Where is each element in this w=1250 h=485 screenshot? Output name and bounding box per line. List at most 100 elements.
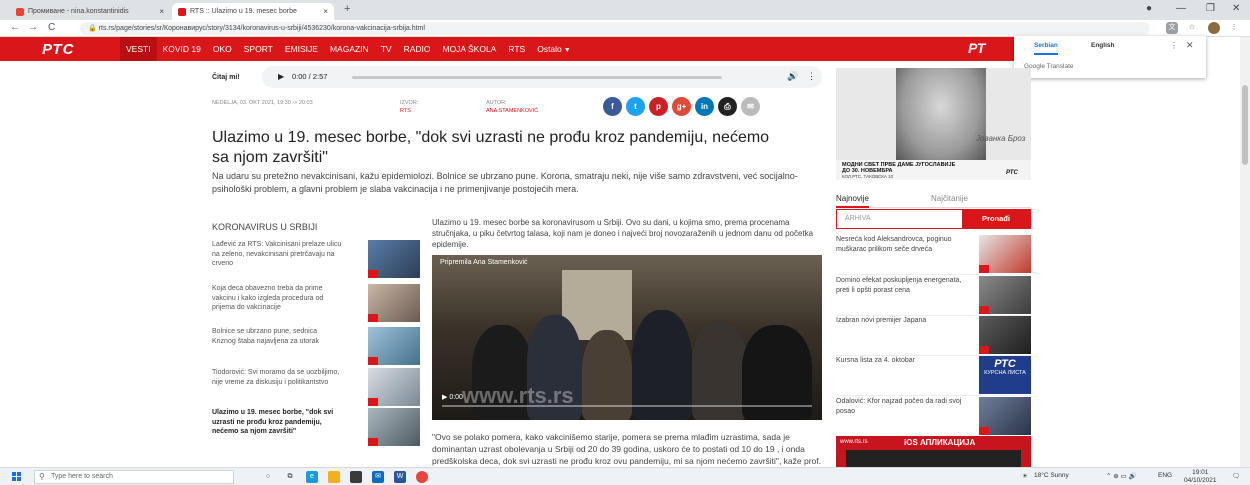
nav-tv[interactable]: TV	[375, 37, 398, 61]
article-title: Ulazimo u 19. mesec borbe, "dok svi uzra…	[212, 129, 770, 166]
new-tab-button[interactable]: +	[344, 3, 350, 15]
translate-source-language[interactable]: Serbian	[1034, 42, 1058, 55]
chrome-icon[interactable]	[416, 471, 428, 483]
related-item[interactable]: Koja deca obavezno treba da prime vakcin…	[212, 284, 420, 324]
chrome-menu-icon[interactable]: ⋮	[1228, 22, 1240, 34]
related-item-current[interactable]: Ulazimo u 19. mesec borbe, "dok svi uzra…	[212, 408, 420, 448]
related-item-text: Koja deca obavezno treba da prime vakcin…	[212, 285, 324, 311]
main-menu: VESTI KOVID 19 OKO SPORT EMISIJE MAGAZIN…	[120, 37, 577, 61]
nav-rts[interactable]: RTS	[502, 37, 531, 61]
weather-icon[interactable]: ☀	[1022, 472, 1028, 480]
taskbar-clock[interactable]: 19:01 04/10/2021	[1184, 469, 1217, 485]
nav-kovid[interactable]: KOVID 19	[157, 37, 207, 61]
related-thumbnail	[368, 284, 420, 322]
news-item[interactable]: Nesreća kod Aleksandrovca, poginuo muška…	[836, 235, 1031, 275]
nav-vesti[interactable]: VESTI	[120, 37, 157, 61]
nav-oko[interactable]: OKO	[207, 37, 238, 61]
related-item[interactable]: Bolnice se ubrzano pune, sednica Kriznog…	[212, 327, 420, 367]
facebook-icon[interactable]: f	[603, 97, 622, 116]
exhibition-promo-banner[interactable]: Јованка Броз МОДНИ СВЕТ ПРВЕ ДАМЕ ЈУГОСЛ…	[836, 68, 1031, 180]
url-field[interactable]: 🔒 rts.rs/page/stories/sr/Коронавирус/sto…	[80, 22, 1150, 35]
twitter-icon[interactable]: t	[626, 97, 645, 116]
promo-line-3: КОЛ.РТС, ТАКОВСКА 10	[842, 174, 894, 179]
window-close-icon[interactable]: ✕	[1232, 3, 1240, 14]
nav-ostalo[interactable]: Ostalo ▼	[531, 37, 577, 61]
linkedin-icon[interactable]: in	[695, 97, 714, 116]
related-item[interactable]: Tiodorović: Svi moramo da se uozbiljimo,…	[212, 368, 420, 408]
notifications-icon[interactable]: 🗨	[1232, 472, 1240, 480]
audio-progress[interactable]	[352, 76, 722, 79]
nav-sport[interactable]: SPORT	[238, 37, 279, 61]
volume-icon[interactable]: 🔊	[787, 71, 798, 82]
translate-options-icon[interactable]: ⋮	[1170, 41, 1178, 50]
store-icon[interactable]	[350, 471, 362, 483]
ios-app-banner[interactable]: www.rts.rs iOS АПЛИКАЦИЈА	[836, 436, 1031, 470]
tray-icons[interactable]: ⌃ ⊕ ▭ 🔊	[1106, 472, 1137, 480]
pinterest-icon[interactable]: p	[649, 97, 668, 116]
article-lead: Na udaru su pretežno nevakcinisani, kažu…	[212, 171, 798, 194]
news-item[interactable]: Izabran novi premijer Japana	[836, 316, 1031, 356]
reload-icon[interactable]: C	[48, 22, 55, 33]
nav-radio[interactable]: RADIO	[398, 37, 437, 61]
cortana-icon[interactable]: ○	[262, 471, 274, 483]
translate-extension-icon[interactable]: 文	[1166, 22, 1178, 34]
restore-icon[interactable]: ❐	[1206, 3, 1215, 14]
browser-tab-rts[interactable]: RTS :: Ulazimo u 19. mesec borbe ×	[172, 3, 334, 20]
forward-icon[interactable]: →	[28, 22, 38, 33]
nav-ostalo-label: Ostalo	[537, 44, 562, 54]
page-scrollbar[interactable]	[1240, 37, 1250, 467]
news-thumbnail	[979, 397, 1031, 435]
email-icon[interactable]: ✉	[741, 97, 760, 116]
edge-icon[interactable]: e	[306, 471, 318, 483]
audio-more-icon[interactable]: ⋮	[807, 71, 816, 82]
profile-avatar[interactable]	[1208, 22, 1220, 34]
word-icon[interactable]: W	[394, 471, 406, 483]
archive-input[interactable]: ARHIVA	[845, 215, 871, 222]
video-progress-bar[interactable]	[442, 405, 812, 407]
related-heading[interactable]: KORONAVIRUS U SRBIJI	[212, 222, 317, 232]
audio-player: ▶ 0:00 / 2:57 🔊 ⋮	[262, 66, 822, 88]
bookmark-star-icon[interactable]: ☆	[1186, 22, 1198, 34]
back-icon[interactable]: ←	[10, 22, 20, 33]
video-badge-icon	[979, 427, 989, 435]
news-item[interactable]: Domino efekat poskupljenja energenata, p…	[836, 276, 1031, 316]
chevron-down-icon: ▼	[563, 47, 571, 54]
news-item-text: Odalović: Kfor najzad počeo da radi svoj…	[836, 398, 962, 415]
play-icon[interactable]: ▶	[278, 72, 284, 81]
archive-search-button[interactable]: Pronađi	[962, 210, 1030, 228]
source-value[interactable]: RTS	[400, 107, 418, 115]
address-bar: ← → C 🔒 rts.rs/page/stories/sr/Коронавир…	[0, 20, 1250, 37]
promo-signature: Јованка Броз	[976, 134, 1026, 143]
print-icon[interactable]: ⎙	[718, 97, 737, 116]
minimize-icon[interactable]: —	[1176, 3, 1186, 14]
translate-close-icon[interactable]: ✕	[1186, 40, 1194, 51]
windows-start-icon[interactable]	[12, 472, 22, 482]
tab-most-read[interactable]: Najčitanije	[931, 194, 968, 203]
video-player[interactable]: Pripremila Ana Stamenković www.rts.rs ▶ …	[432, 255, 822, 420]
video-badge-icon	[368, 357, 378, 365]
rts-logo[interactable]: РТС	[42, 41, 104, 58]
task-view-icon[interactable]: ⧉	[284, 471, 296, 483]
translate-target-language[interactable]: English	[1091, 42, 1114, 49]
related-item[interactable]: Lađević za RTS: Vakcinisani prelaze ulic…	[212, 240, 420, 280]
nav-moja-skola[interactable]: MOJA ŠKOLA	[436, 37, 502, 61]
rts-secondary-logo[interactable]: РТ	[968, 40, 985, 56]
file-explorer-icon[interactable]	[328, 471, 340, 483]
tab-close-icon[interactable]: ×	[323, 7, 328, 16]
tab-close-icon[interactable]: ×	[159, 7, 164, 16]
weather-text[interactable]: 18°C Sunny	[1034, 472, 1069, 479]
news-item[interactable]: Odalović: Kfor najzad počeo da radi svoj…	[836, 397, 1031, 437]
google-plus-icon[interactable]: g+	[672, 97, 691, 116]
news-thumbnail	[979, 316, 1031, 354]
tab-latest[interactable]: Najnovije	[836, 194, 869, 208]
browser-tab-gmail[interactable]: Промиване - nina.konstantinidis ×	[10, 3, 170, 20]
news-item[interactable]: Kursna lista za 4. oktobar РТС КУРСНА ЛИ…	[836, 356, 1031, 396]
mail-icon[interactable]: ✉	[372, 471, 384, 483]
nav-magazin[interactable]: MAGAZIN	[324, 37, 375, 61]
scrollbar-thumb[interactable]	[1242, 85, 1248, 165]
profile-dot-icon[interactable]: ●	[1146, 3, 1152, 14]
language-indicator[interactable]: ENG	[1158, 472, 1172, 479]
author-value[interactable]: ANA STAMENKOVIĆ	[486, 107, 538, 115]
nav-emisije[interactable]: EMISIJE	[279, 37, 324, 61]
taskbar-search[interactable]: ⚲ Type here to search	[34, 470, 234, 484]
